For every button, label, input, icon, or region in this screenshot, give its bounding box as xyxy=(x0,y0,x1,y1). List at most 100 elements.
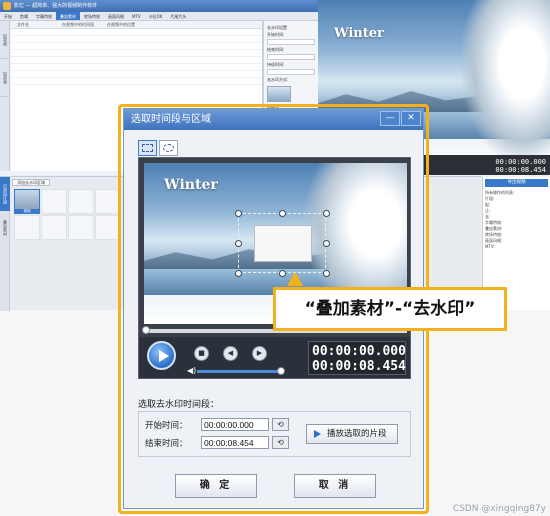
callout-arrow xyxy=(287,272,303,286)
resize-handle[interactable] xyxy=(323,270,330,277)
settings-mode-label: 去水印方式: xyxy=(267,77,289,82)
start-time-label: 开始时间： xyxy=(145,421,188,431)
volume-icon[interactable]: ◀) xyxy=(187,367,196,375)
time-display: 00:00:00.000 00:00:08.454 xyxy=(308,341,406,375)
resize-handle[interactable] xyxy=(235,240,242,247)
list-row[interactable] xyxy=(11,36,262,43)
add-watermark-region-button[interactable]: 添加去水印区域 xyxy=(12,179,50,186)
settings-duration-label: 持续时间: xyxy=(267,62,285,67)
oval-select-tool[interactable] xyxy=(159,140,178,156)
ok-button[interactable]: 确 定 xyxy=(175,474,257,498)
empty-slot[interactable] xyxy=(68,215,94,240)
tab-add-video[interactable]: 加视频 xyxy=(0,21,10,59)
main-preview-current: 00:00:00.000 xyxy=(495,158,546,166)
list-row[interactable] xyxy=(11,29,262,36)
play-icon xyxy=(314,430,321,438)
settings-title: 去水印设置 xyxy=(267,25,287,30)
watermark-cover-box xyxy=(254,225,312,262)
resize-handle[interactable] xyxy=(279,270,286,277)
resize-handle[interactable] xyxy=(235,270,242,277)
settings-select-button[interactable] xyxy=(267,69,315,75)
col-filename: 文件名 xyxy=(17,22,29,27)
close-button[interactable]: ✕ xyxy=(401,111,421,126)
resize-handle[interactable] xyxy=(323,210,330,217)
resize-handle[interactable] xyxy=(323,240,330,247)
selection-rectangle[interactable] xyxy=(235,210,330,277)
seek-knob[interactable] xyxy=(142,326,150,334)
dialog-titlebar: 选取时间段与区域 — ✕ xyxy=(124,109,423,130)
list-header: 文件名 在视频中的时间段 在视频中的位置 xyxy=(11,21,262,29)
menu-transition[interactable]: 转场特效 xyxy=(80,12,104,20)
settings-start-input[interactable] xyxy=(267,39,315,45)
menu-subtitle[interactable]: 字幕特效 xyxy=(32,12,56,20)
minimize-button[interactable]: — xyxy=(380,111,400,126)
tab-add-audio[interactable]: 加音频 xyxy=(0,59,10,97)
menubar: 开始 剪辑 字幕特效 叠加素材 转场特效 画面风格 MTV 卡拉OK 片尾片头 xyxy=(0,12,318,21)
dialog-scene-title: Winter xyxy=(164,177,218,193)
time-range-group: 开始时间： ⟲ 结束时间： ⟲ 播放选取的片段 xyxy=(138,411,411,457)
list-row[interactable] xyxy=(11,43,262,50)
list-row[interactable] xyxy=(11,64,262,71)
rect-select-tool[interactable] xyxy=(138,140,157,156)
end-time-label: 结束时间： xyxy=(145,439,188,449)
main-preview-time: 00:00:00.000 00:00:08.454 xyxy=(495,158,546,174)
resize-handle[interactable] xyxy=(279,210,286,217)
end-clock-button[interactable]: ⟲ xyxy=(272,436,289,449)
app-titlebar: 影忆 — 超简单、强大的视频制作软件 xyxy=(0,0,318,12)
stop-button[interactable]: ■ xyxy=(194,346,209,361)
clip-grid: 视频 xyxy=(14,189,124,240)
menu-edit[interactable]: 剪辑 xyxy=(16,12,32,20)
col-time: 在视频中的时间段 xyxy=(62,22,94,27)
settings-end-input[interactable] xyxy=(267,54,315,60)
empty-slot[interactable] xyxy=(14,215,40,240)
bottom-tabs: 已添加片段 叠加素材 xyxy=(0,177,10,311)
ops-row: MTV: xyxy=(485,244,495,249)
start-clock-button[interactable]: ⟲ xyxy=(272,418,289,431)
clip-label: 视频 xyxy=(15,209,39,213)
oval-select-icon xyxy=(163,144,174,152)
col-position: 在视频中的位置 xyxy=(107,22,135,27)
preview-scene-title: Winter xyxy=(334,26,384,41)
section-label: 选取去水印时间段： xyxy=(138,400,220,410)
start-time-input[interactable] xyxy=(201,418,269,431)
cancel-button[interactable]: 取 消 xyxy=(294,474,376,498)
left-tabs: 加视频 加音频 xyxy=(0,21,10,171)
prev-frame-button[interactable]: ◀ xyxy=(223,346,238,361)
list-row[interactable] xyxy=(11,50,262,57)
menu-credits[interactable]: 片尾片头 xyxy=(166,12,190,20)
menu-style[interactable]: 画面风格 xyxy=(104,12,128,20)
settings-start-label: 开始时间: xyxy=(267,32,285,37)
volume-knob[interactable] xyxy=(277,367,285,375)
empty-slot[interactable] xyxy=(41,189,67,214)
clip-thumbnail[interactable]: 视频 xyxy=(14,189,40,214)
rect-select-icon xyxy=(142,144,153,152)
player-controls: ■ ◀ ▶ ◀) 00:00:00.000 00:00:08.454 xyxy=(139,337,410,378)
settings-preview-image xyxy=(267,86,291,102)
menu-mtv[interactable]: MTV xyxy=(128,12,145,20)
current-time: 00:00:00.000 xyxy=(312,344,406,359)
menu-start[interactable]: 开始 xyxy=(0,12,16,20)
end-time-input[interactable] xyxy=(201,436,269,449)
menu-overlay[interactable]: 叠加素材 xyxy=(56,12,80,20)
tab-added-clips[interactable]: 已添加片段 xyxy=(0,177,10,211)
volume-slider[interactable] xyxy=(197,367,285,375)
export-video-button[interactable]: 导出视频 xyxy=(485,179,548,187)
next-frame-button[interactable]: ▶ xyxy=(252,346,267,361)
csdn-watermark: CSDN @xingqing87y xyxy=(452,504,546,514)
play-segment-button[interactable]: 播放选取的片段 xyxy=(306,424,398,444)
total-time: 00:00:08.454 xyxy=(312,359,406,374)
dialog-title: 选取时间段与区域 xyxy=(131,114,211,125)
play-button[interactable] xyxy=(147,341,176,370)
resize-handle[interactable] xyxy=(235,210,242,217)
list-row[interactable] xyxy=(11,78,262,85)
callout-label: “叠加素材”-“去水印” xyxy=(273,287,507,331)
list-row[interactable] xyxy=(11,71,262,78)
empty-slot[interactable] xyxy=(41,215,67,240)
settings-end-label: 结束时间: xyxy=(267,47,285,52)
main-preview-total: 00:00:08.454 xyxy=(495,166,546,174)
tab-overlay[interactable]: 叠加素材 xyxy=(0,211,10,245)
list-row[interactable] xyxy=(11,57,262,64)
video-area: Winter ■ ◀ ▶ ◀) 00:00:00.000 00:00:08.45… xyxy=(138,157,411,379)
empty-slot[interactable] xyxy=(68,189,94,214)
menu-karaoke[interactable]: 卡拉OK xyxy=(145,12,167,20)
